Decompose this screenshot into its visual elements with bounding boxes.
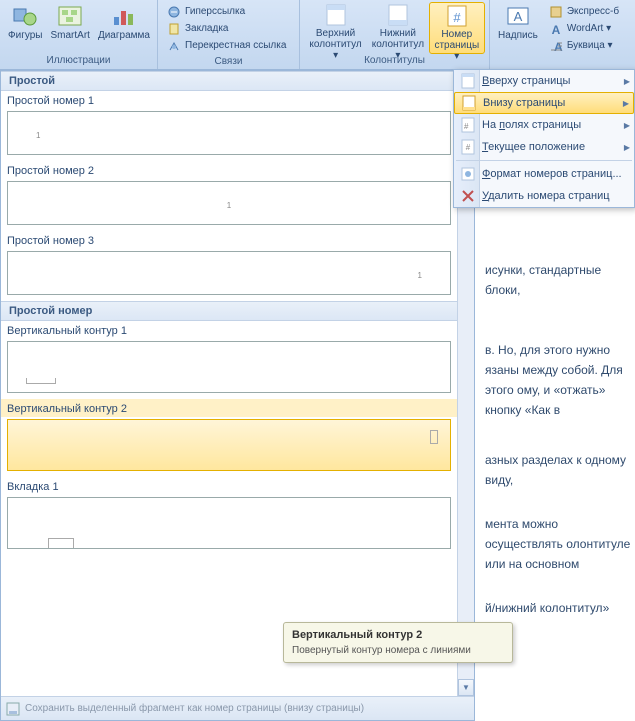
- smartart-button[interactable]: SmartArt: [46, 2, 93, 54]
- page-bottom-icon: [459, 94, 479, 112]
- menu-current-position[interactable]: # Текущее положение ▶: [454, 136, 634, 158]
- chart-icon: [110, 3, 138, 29]
- gallery-category-simple: Простой: [1, 71, 457, 91]
- chart-button[interactable]: Диаграмма: [94, 2, 154, 54]
- crossref-button[interactable]: Перекрестная ссылка: [164, 37, 293, 54]
- page-top-icon: [458, 72, 478, 90]
- page-number-menu: ВВверху страницыверху страницы ▶ Внизу с…: [453, 69, 635, 208]
- gallery-item[interactable]: Вкладка 1: [1, 477, 457, 549]
- gallery-item-preview: [7, 341, 451, 393]
- bookmark-button[interactable]: Закладка: [164, 20, 293, 37]
- ribbon-group-illustrations: Фигуры SmartArt Диаграмма Иллюстрации: [0, 0, 158, 69]
- group-label-headers: Колонтитулы: [304, 54, 485, 67]
- footer-icon: [384, 3, 412, 27]
- gallery-item-label: Вертикальный контур 2: [1, 399, 457, 417]
- textbox-label: Надпись: [498, 30, 538, 41]
- dropcap-icon: A: [548, 38, 564, 54]
- ribbon-group-links: Гиперссылка Закладка Перекрестная ссылка…: [158, 0, 300, 69]
- shapes-icon: [11, 3, 39, 29]
- gallery-item-preview: 1: [7, 181, 451, 225]
- svg-text:A: A: [552, 23, 561, 36]
- quickparts-icon: [548, 4, 564, 20]
- header-button[interactable]: Верхний колонтитул ▾: [304, 2, 367, 54]
- chevron-right-icon: ▶: [623, 99, 629, 108]
- wordart-icon: A: [548, 21, 564, 37]
- ribbon: Фигуры SmartArt Диаграмма Иллюстрации Ги…: [0, 0, 635, 70]
- gallery-item-label: Вкладка 1: [1, 477, 457, 495]
- wordart-label: WordArt ▾: [567, 23, 611, 34]
- wordart-button[interactable]: A WordArt ▾: [546, 20, 621, 37]
- textbox-button[interactable]: A Надпись: [494, 2, 542, 54]
- hyperlink-icon: [166, 4, 182, 20]
- current-position-icon: #: [458, 138, 478, 156]
- textbox-icon: A: [504, 3, 532, 29]
- menu-page-margins[interactable]: # На полях страницы ▶: [454, 114, 634, 136]
- group-label-illustrations: Иллюстрации: [4, 54, 153, 67]
- tooltip-description: Повернутый контур номера с линиями: [292, 645, 504, 656]
- svg-text:#: #: [464, 122, 469, 131]
- gallery-item[interactable]: Вертикальный контур 1: [1, 321, 457, 393]
- gallery-footer-label: Сохранить выделенный фрагмент как номер …: [25, 703, 364, 714]
- chevron-right-icon: ▶: [624, 77, 630, 86]
- menu-bottom-of-page[interactable]: Внизу страницы ▶: [454, 92, 634, 114]
- page-margins-icon: #: [458, 116, 478, 134]
- hyperlink-label: Гиперссылка: [185, 6, 245, 17]
- quickparts-label: Экспресс-б: [567, 6, 619, 17]
- shapes-button[interactable]: Фигуры: [4, 2, 46, 54]
- ribbon-group-headers: Верхний колонтитул ▾ Нижний колонтитул ▾…: [300, 0, 490, 69]
- bookmark-icon: [166, 21, 182, 37]
- menu-top-of-page[interactable]: ВВверху страницыверху страницы ▶: [454, 70, 634, 92]
- page-number-button[interactable]: # Номер страницы ▾: [429, 2, 485, 54]
- header-icon: [322, 3, 350, 27]
- dropcap-button[interactable]: AБуквица ▾: [546, 37, 621, 54]
- shapes-label: Фигуры: [8, 30, 42, 41]
- save-selection-icon: [5, 701, 21, 717]
- group-label-text: [494, 54, 631, 67]
- gallery-item-preview: [7, 419, 451, 471]
- menu-remove-page-numbers[interactable]: Удалить номера страниц: [454, 185, 634, 207]
- svg-text:A: A: [514, 9, 523, 24]
- smartart-icon: [56, 3, 84, 29]
- page-number-icon: #: [443, 4, 471, 28]
- dropcap-label: Буквица ▾: [567, 40, 613, 51]
- footer-button[interactable]: Нижний колонтитул ▾: [367, 2, 428, 54]
- gallery-category-simple-num: Простой номер: [1, 301, 457, 321]
- gallery-item[interactable]: Простой номер 3 1: [1, 231, 457, 295]
- ribbon-group-text: A Надпись Экспресс-б AWordArt ▾ AБуквица…: [490, 0, 635, 69]
- scroll-down-button[interactable]: ▼: [458, 679, 474, 696]
- gallery-item-preview: 1: [7, 111, 451, 155]
- gallery-tooltip: Вертикальный контур 2 Повернутый контур …: [283, 622, 513, 663]
- crossref-label: Перекрестная ссылка: [185, 40, 286, 51]
- smartart-label: SmartArt: [50, 30, 89, 41]
- gallery-item-preview: 1: [7, 251, 451, 295]
- svg-text:#: #: [466, 143, 471, 152]
- gallery-item-selected[interactable]: Вертикальный контур 2: [1, 399, 457, 471]
- gallery-item-preview: [7, 497, 451, 549]
- gallery-footer[interactable]: Сохранить выделенный фрагмент как номер …: [1, 696, 474, 720]
- chevron-right-icon: ▶: [624, 121, 630, 130]
- gallery-item-label: Простой номер 1: [1, 91, 457, 109]
- gallery-item-label: Простой номер 3: [1, 231, 457, 249]
- group-label-links: Связи: [162, 55, 295, 68]
- tooltip-title: Вертикальный контур 2: [292, 629, 504, 641]
- format-icon: [458, 165, 478, 183]
- gallery-item[interactable]: Простой номер 2 1: [1, 161, 457, 225]
- crossref-icon: [166, 38, 182, 54]
- quickparts-button[interactable]: Экспресс-б: [546, 3, 621, 20]
- svg-text:#: #: [453, 10, 461, 25]
- menu-format-page-numbers[interactable]: Формат номеров страниц...: [454, 163, 634, 185]
- document-body-text: исунки, стандартные блоки, в. Но, для эт…: [485, 200, 635, 642]
- chevron-right-icon: ▶: [624, 143, 630, 152]
- remove-icon: [458, 187, 478, 205]
- bookmark-label: Закладка: [185, 23, 228, 34]
- hyperlink-button[interactable]: Гиперссылка: [164, 3, 293, 20]
- gallery-item-label: Вертикальный контур 1: [1, 321, 457, 339]
- gallery-item-label: Простой номер 2: [1, 161, 457, 179]
- chart-label: Диаграмма: [98, 30, 150, 41]
- gallery-item[interactable]: Простой номер 1 1: [1, 91, 457, 155]
